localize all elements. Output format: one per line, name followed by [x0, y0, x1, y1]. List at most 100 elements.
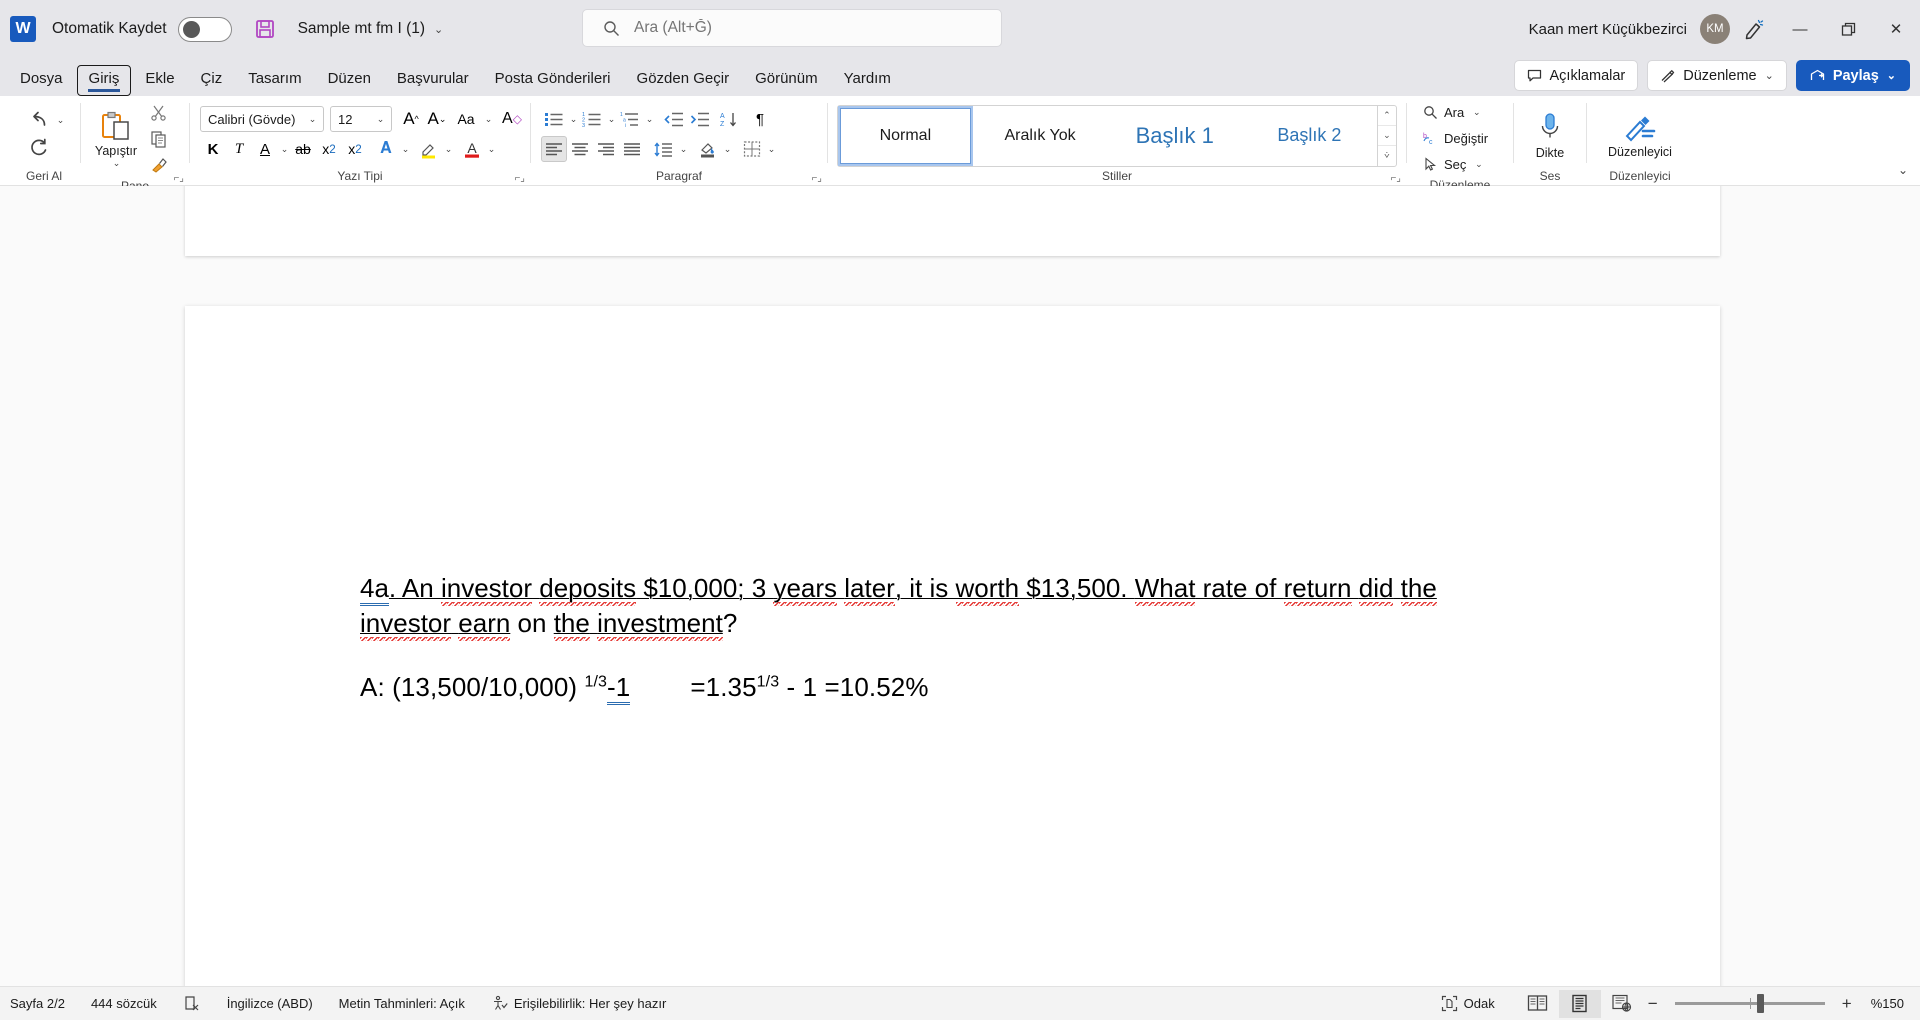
subscript-button[interactable]: x2: [316, 136, 342, 162]
tab-dosya[interactable]: Dosya: [8, 65, 75, 96]
ink-pen-icon[interactable]: [1730, 0, 1776, 58]
read-mode-icon[interactable]: [1517, 990, 1559, 1018]
zoom-slider[interactable]: [1674, 994, 1825, 1013]
styles-gallery[interactable]: Normal Aralık Yok Başlık 1 Başlık 2 ⌃ ⌄ …: [837, 104, 1397, 167]
close-button[interactable]: ✕: [1872, 0, 1920, 58]
redo-arrow-icon[interactable]: [24, 134, 54, 162]
tab-ekle[interactable]: Ekle: [133, 65, 186, 96]
web-layout-icon[interactable]: [1601, 990, 1643, 1018]
page-indicator[interactable]: Sayfa 2/2: [10, 996, 65, 1011]
zoom-slider-thumb[interactable]: [1757, 994, 1765, 1013]
zoom-level[interactable]: %150: [1871, 996, 1904, 1011]
numbered-list-icon[interactable]: 123: [579, 106, 605, 132]
find-button[interactable]: Ara ⌄: [1419, 100, 1482, 125]
select-button[interactable]: Seç ⌄: [1419, 152, 1484, 177]
text-effects-button[interactable]: 𝐀: [373, 136, 399, 162]
font-size-combobox[interactable]: 12 ⌄: [330, 106, 392, 132]
shrink-font-icon[interactable]: A ⌄: [424, 106, 450, 132]
tab-yardim[interactable]: Yardım: [832, 65, 903, 96]
styles-scroll-up-icon[interactable]: ⌃: [1377, 106, 1396, 126]
shading-caret-icon[interactable]: ⌄: [722, 144, 733, 155]
autosave-toggle[interactable]: [177, 16, 232, 42]
tab-gozden-gecir[interactable]: Gözden Geçir: [625, 65, 742, 96]
font-color-caret-icon[interactable]: ⌄: [486, 144, 497, 155]
chevron-down-icon[interactable]: ⌄: [1765, 69, 1774, 82]
styles-dialog-launcher-icon[interactable]: ⌐⌟: [1390, 173, 1401, 184]
italic-button[interactable]: T: [226, 136, 252, 162]
bold-button[interactable]: K: [200, 136, 226, 162]
clear-formatting-icon[interactable]: A ◇: [499, 106, 525, 132]
tab-duzen[interactable]: Düzen: [316, 65, 383, 96]
format-painter-icon[interactable]: [146, 152, 172, 178]
grow-font-icon[interactable]: A ^: [398, 106, 424, 132]
highlight-color-button[interactable]: [416, 136, 442, 162]
dictate-button[interactable]: Dikte: [1522, 109, 1578, 160]
collapse-ribbon-icon[interactable]: ⌄: [1898, 163, 1908, 177]
tab-ciz[interactable]: Çiz: [189, 65, 235, 96]
tab-gorunum[interactable]: Görünüm: [743, 65, 830, 96]
print-layout-icon[interactable]: [1558, 989, 1601, 1018]
editor-button[interactable]: Düzenleyici: [1594, 110, 1686, 159]
tab-basvurular[interactable]: Başvurular: [385, 65, 481, 96]
clipboard-dialog-launcher-icon[interactable]: ⌐⌟: [173, 173, 184, 184]
zoom-in-button[interactable]: +: [1837, 994, 1857, 1014]
multilevel-caret-icon[interactable]: ⌄: [644, 114, 655, 125]
avatar[interactable]: KM: [1700, 14, 1730, 44]
save-icon[interactable]: [254, 18, 276, 40]
zoom-out-button[interactable]: −: [1643, 994, 1663, 1014]
change-case-icon[interactable]: Aa: [450, 106, 482, 132]
pilcrow-icon[interactable]: ¶: [747, 106, 773, 132]
bullet-list-icon[interactable]: [541, 106, 567, 132]
styles-gallery-scroll[interactable]: ⌃ ⌄ ⩒: [1376, 105, 1396, 166]
language-indicator[interactable]: İngilizce (ABD): [227, 996, 313, 1011]
borders-caret-icon[interactable]: ⌄: [766, 144, 777, 155]
select-caret-icon[interactable]: ⌄: [1473, 159, 1484, 170]
styles-scroll-down-icon[interactable]: ⌄: [1377, 126, 1396, 147]
restore-button[interactable]: [1824, 0, 1872, 58]
sort-az-icon[interactable]: AZ: [717, 106, 743, 132]
highlight-caret-icon[interactable]: ⌄: [443, 144, 454, 155]
scissors-icon[interactable]: [146, 100, 172, 126]
align-right-icon[interactable]: [593, 136, 619, 162]
share-button[interactable]: Paylaş ⌄: [1795, 60, 1910, 91]
accessibility-indicator[interactable]: Erişilebilirlik: Her şey hazır: [491, 995, 666, 1012]
word-count[interactable]: 444 sözcük: [91, 996, 157, 1011]
copy-icon[interactable]: [146, 126, 172, 152]
replace-button[interactable]: bc Değiştir: [1419, 126, 1488, 151]
line-spacing-caret-icon[interactable]: ⌄: [678, 144, 689, 155]
font-color-button[interactable]: A: [459, 136, 485, 162]
chevron-down-icon[interactable]: ⌄: [375, 114, 386, 125]
text-predictions-indicator[interactable]: Metin Tahminleri: Açık: [339, 996, 465, 1011]
minimize-button[interactable]: —: [1776, 0, 1824, 58]
strikethrough-button[interactable]: ab: [290, 136, 316, 162]
paste-dropdown-caret-icon[interactable]: ⌄: [111, 158, 122, 169]
superscript-button[interactable]: x2: [342, 136, 368, 162]
undo-dropdown-caret-icon[interactable]: ⌄: [55, 115, 66, 126]
change-case-caret-icon[interactable]: ⌄: [483, 114, 494, 125]
align-center-icon[interactable]: [567, 136, 593, 162]
shading-icon[interactable]: [695, 136, 721, 162]
find-caret-icon[interactable]: ⌄: [1471, 107, 1482, 118]
underline-button[interactable]: A: [252, 136, 278, 162]
line-spacing-icon[interactable]: [651, 136, 677, 162]
proofing-errors-icon[interactable]: [183, 995, 201, 1013]
chevron-down-icon[interactable]: ⌄: [307, 114, 318, 125]
paragraph-dialog-launcher-icon[interactable]: ⌐⌟: [811, 173, 822, 184]
decrease-indent-icon[interactable]: [661, 106, 687, 132]
tab-posta-gonderileri[interactable]: Posta Gönderileri: [483, 65, 623, 96]
style-heading-1[interactable]: Başlık 1: [1107, 106, 1242, 166]
editing-mode-button[interactable]: Düzenleme ⌄: [1647, 60, 1787, 91]
comments-button[interactable]: Açıklamalar: [1513, 60, 1639, 91]
document-page[interactable]: 4a. An investor deposits $10,000; 3 year…: [185, 306, 1720, 986]
document-body-text[interactable]: 4a. An investor deposits $10,000; 3 year…: [360, 571, 1540, 706]
multilevel-list-icon[interactable]: 1ai: [617, 106, 643, 132]
text-effects-caret-icon[interactable]: ⌄: [400, 144, 411, 155]
chevron-down-icon[interactable]: ⌄: [1887, 69, 1896, 82]
underline-caret-icon[interactable]: ⌄: [279, 144, 290, 155]
numbering-caret-icon[interactable]: ⌄: [606, 114, 617, 125]
align-left-icon[interactable]: [541, 136, 567, 162]
font-name-combobox[interactable]: Calibri (Gövde) ⌄: [200, 106, 324, 132]
document-canvas[interactable]: 4a. An investor deposits $10,000; 3 year…: [0, 186, 1920, 986]
paste-button[interactable]: Yapıştır ⌄: [88, 109, 144, 169]
style-no-spacing[interactable]: Aralık Yok: [973, 106, 1108, 166]
